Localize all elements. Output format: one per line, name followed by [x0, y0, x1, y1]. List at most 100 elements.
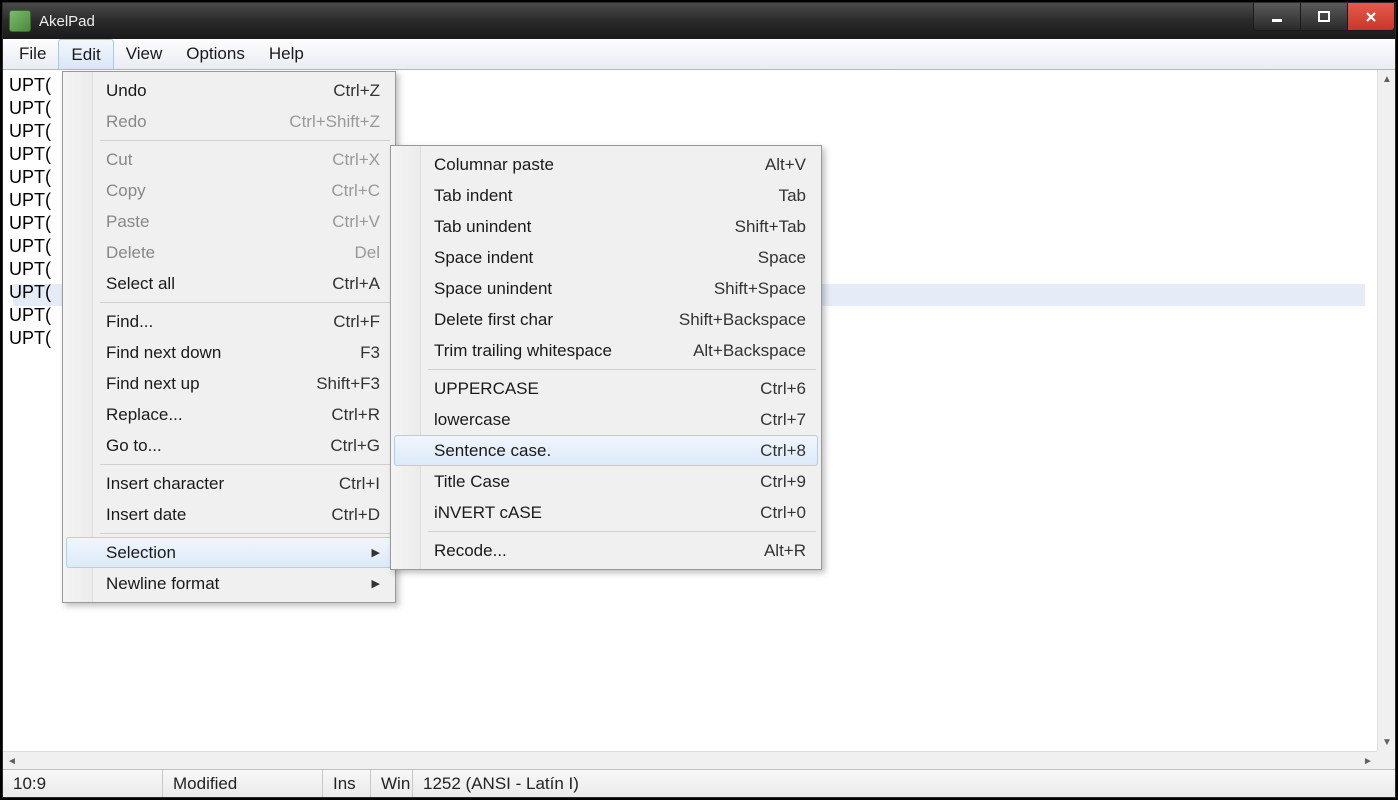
menu-item-label: Insert date [106, 505, 186, 525]
menu-goto[interactable]: Go to... Ctrl+G [66, 430, 392, 461]
menu-item-label: Trim trailing whitespace [434, 341, 612, 361]
menu-delete[interactable]: Delete Del [66, 237, 392, 268]
menubar: File Edit View Options Help [3, 39, 1395, 70]
menu-newline-format[interactable]: Newline format ▶ [66, 568, 392, 599]
menu-item-shortcut: Ctrl+G [330, 436, 380, 456]
menu-undo[interactable]: Undo Ctrl+Z [66, 75, 392, 106]
close-button[interactable] [1347, 3, 1395, 31]
menu-file[interactable]: File [7, 39, 58, 69]
menu-item-label: Space indent [434, 248, 533, 268]
menu-options[interactable]: Options [174, 39, 257, 69]
menu-find-next-down[interactable]: Find next down F3 [66, 337, 392, 368]
text-line[interactable]: UPT( [9, 212, 51, 235]
menu-recode[interactable]: Recode... Alt+R [394, 535, 818, 566]
menu-item-shortcut: Ctrl+I [339, 474, 380, 494]
text-content[interactable]: UPT( UPT( UPT( UPT( UPT( UPT( UPT( UPT( … [9, 74, 51, 350]
text-line[interactable]: UPT( [9, 97, 51, 120]
menu-item-shortcut: Ctrl+R [331, 405, 380, 425]
menu-item-label: Newline format [106, 574, 219, 594]
menu-item-shortcut: Ctrl+D [331, 505, 380, 525]
minimize-icon [1270, 10, 1284, 24]
text-line[interactable]: UPT( [9, 189, 51, 212]
submenu-arrow-icon: ▶ [372, 546, 380, 559]
titlebar[interactable]: AkelPad [3, 3, 1395, 39]
scroll-corner [1377, 751, 1395, 769]
text-line[interactable]: UPT( [9, 74, 51, 97]
menu-find-next-up[interactable]: Find next up Shift+F3 [66, 368, 392, 399]
text-line[interactable]: UPT( [9, 235, 51, 258]
menu-insert-character[interactable]: Insert character Ctrl+I [66, 468, 392, 499]
status-platform: Win [371, 770, 413, 797]
menu-item-label: Selection [106, 543, 176, 563]
menu-item-shortcut: Ctrl+V [332, 212, 380, 232]
menu-item-shortcut: Shift+Backspace [679, 310, 806, 330]
menu-view[interactable]: View [114, 39, 175, 69]
close-icon [1364, 10, 1378, 24]
menu-sentence-case[interactable]: Sentence case. Ctrl+8 [394, 435, 818, 466]
menu-columnar-paste[interactable]: Columnar paste Alt+V [394, 149, 818, 180]
menu-delete-first-char[interactable]: Delete first char Shift+Backspace [394, 304, 818, 335]
menu-cut[interactable]: Cut Ctrl+X [66, 144, 392, 175]
menu-item-shortcut: Tab [779, 186, 806, 206]
menu-redo[interactable]: Redo Ctrl+Shift+Z [66, 106, 392, 137]
menu-space-unindent[interactable]: Space unindent Shift+Space [394, 273, 818, 304]
menu-item-label: Cut [106, 150, 132, 170]
menu-item-shortcut: Alt+V [765, 155, 806, 175]
edit-dropdown: Undo Ctrl+Z Redo Ctrl+Shift+Z Cut Ctrl+X… [62, 71, 396, 603]
menu-separator [428, 369, 816, 370]
menu-item-label: Find... [106, 312, 153, 332]
text-line[interactable]: UPT( [9, 143, 51, 166]
menu-item-label: Tab indent [434, 186, 512, 206]
menu-item-label: Find next up [106, 374, 200, 394]
scroll-down-icon[interactable]: ▼ [1378, 733, 1395, 751]
menu-separator [100, 464, 390, 465]
window-title: AkelPad [39, 13, 95, 30]
menu-title-case[interactable]: Title Case Ctrl+9 [394, 466, 818, 497]
menu-selection[interactable]: Selection ▶ [66, 537, 392, 568]
menu-find[interactable]: Find... Ctrl+F [66, 306, 392, 337]
menu-copy[interactable]: Copy Ctrl+C [66, 175, 392, 206]
minimize-button[interactable] [1253, 3, 1301, 31]
menu-tab-indent[interactable]: Tab indent Tab [394, 180, 818, 211]
status-modified: Modified [163, 770, 323, 797]
menu-trim-trailing[interactable]: Trim trailing whitespace Alt+Backspace [394, 335, 818, 366]
menu-item-shortcut: Ctrl+Z [333, 81, 380, 101]
statusbar: 10:9 Modified Ins Win 1252 (ANSI - Latín… [3, 769, 1395, 797]
menu-item-label: Recode... [434, 541, 507, 561]
menu-paste[interactable]: Paste Ctrl+V [66, 206, 392, 237]
vertical-scrollbar[interactable]: ▲ ▼ [1377, 70, 1395, 751]
menu-separator [100, 302, 390, 303]
menu-item-shortcut: Ctrl+C [331, 181, 380, 201]
scroll-up-icon[interactable]: ▲ [1378, 70, 1395, 88]
menu-lowercase[interactable]: lowercase Ctrl+7 [394, 404, 818, 435]
menu-item-label: Copy [106, 181, 146, 201]
menu-tab-unindent[interactable]: Tab unindent Shift+Tab [394, 211, 818, 242]
menu-select-all[interactable]: Select all Ctrl+A [66, 268, 392, 299]
menu-item-label: Delete first char [434, 310, 553, 330]
text-line[interactable]: UPT( [9, 327, 51, 350]
menu-help[interactable]: Help [257, 39, 316, 69]
menu-item-label: Tab unindent [434, 217, 531, 237]
text-line[interactable]: UPT( [9, 304, 51, 327]
menu-replace[interactable]: Replace... Ctrl+R [66, 399, 392, 430]
text-line[interactable]: UPT( [9, 281, 51, 304]
menu-uppercase[interactable]: UPPERCASE Ctrl+6 [394, 373, 818, 404]
maximize-button[interactable] [1300, 3, 1348, 31]
text-line[interactable]: UPT( [9, 258, 51, 281]
text-line[interactable]: UPT( [9, 120, 51, 143]
menu-item-shortcut: F3 [360, 343, 380, 363]
menu-separator [100, 140, 390, 141]
menu-item-label: Redo [106, 112, 147, 132]
menu-item-shortcut: Alt+R [764, 541, 806, 561]
menu-item-shortcut: Alt+Backspace [693, 341, 806, 361]
menu-edit[interactable]: Edit [58, 39, 113, 69]
menu-invert-case[interactable]: iNVERT cASE Ctrl+0 [394, 497, 818, 528]
menu-insert-date[interactable]: Insert date Ctrl+D [66, 499, 392, 530]
menu-space-indent[interactable]: Space indent Space [394, 242, 818, 273]
scroll-left-icon[interactable]: ◄ [3, 752, 21, 769]
menu-item-shortcut: Shift+F3 [316, 374, 380, 394]
scroll-right-icon[interactable]: ► [1359, 752, 1377, 769]
text-line[interactable]: UPT( [9, 166, 51, 189]
menu-item-label: Go to... [106, 436, 162, 456]
horizontal-scrollbar[interactable]: ◄ ► [3, 751, 1377, 769]
